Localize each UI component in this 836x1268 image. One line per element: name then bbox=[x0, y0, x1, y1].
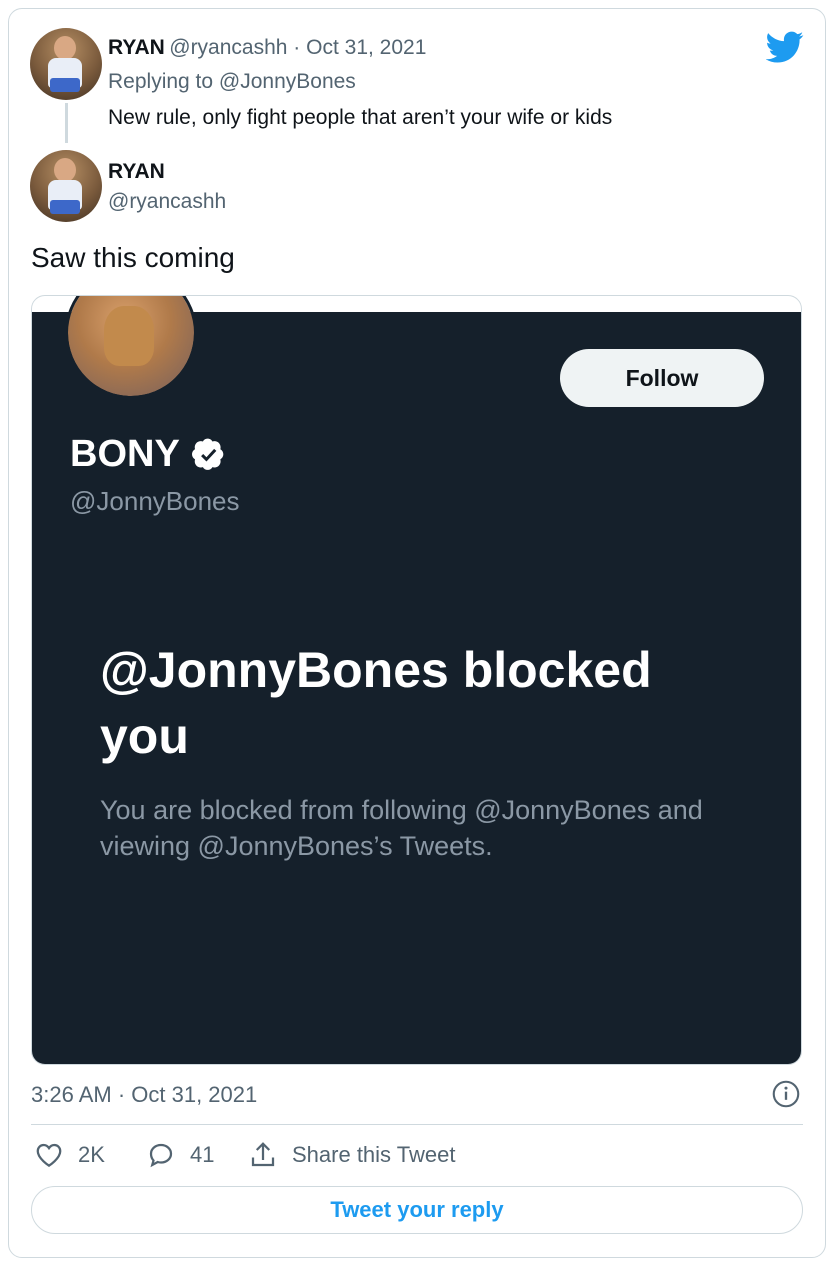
reply-date[interactable]: Oct 31, 2021 bbox=[306, 36, 426, 59]
main-tweet-text: Saw this coming bbox=[31, 242, 235, 273]
reply-tweet-header: RYAN @ryancashh · Oct 31, 2021 bbox=[108, 36, 426, 60]
main-author-handle[interactable]: @ryancashh bbox=[108, 190, 226, 214]
twitter-bird-icon[interactable] bbox=[766, 28, 804, 66]
separator: · bbox=[287, 36, 307, 59]
info-icon[interactable] bbox=[772, 1080, 800, 1108]
reply-tweet-text: New rule, only fight people that aren’t … bbox=[108, 106, 613, 129]
replying-to[interactable]: Replying to @JonnyBones bbox=[108, 70, 356, 94]
reply-action[interactable]: 41 bbox=[146, 1140, 214, 1170]
bony-display-name: BONY bbox=[70, 433, 226, 476]
reply-author-name[interactable]: RYAN bbox=[108, 36, 165, 59]
tweet-reply-button[interactable]: Tweet your reply bbox=[31, 1186, 803, 1234]
share-action[interactable]: Share this Tweet bbox=[248, 1140, 455, 1170]
embedded-image[interactable]: Follow BONY @JonnyBones @JonnyBones bloc… bbox=[31, 295, 802, 1065]
tweet-timestamp[interactable]: 3:26 AM · Oct 31, 2021 bbox=[31, 1082, 257, 1108]
verified-badge-icon bbox=[191, 438, 224, 470]
like-action[interactable]: 2K bbox=[34, 1140, 105, 1170]
reply-count: 41 bbox=[190, 1142, 215, 1167]
footer-divider bbox=[31, 1124, 803, 1125]
main-author-name[interactable]: RYAN bbox=[108, 160, 165, 184]
thread-connector bbox=[65, 103, 68, 143]
blocked-profile-panel: Follow BONY @JonnyBones @JonnyBones bloc… bbox=[32, 312, 801, 1064]
heart-icon bbox=[36, 1143, 62, 1167]
reply-bubble-icon bbox=[149, 1143, 173, 1168]
bony-handle: @JonnyBones bbox=[70, 486, 240, 516]
blocked-title: @JonnyBones blocked you bbox=[100, 642, 652, 764]
follow-button[interactable]: Follow bbox=[560, 349, 764, 407]
like-count: 2K bbox=[78, 1142, 105, 1167]
ryan-avatar-main[interactable] bbox=[30, 150, 102, 222]
share-label: Share this Tweet bbox=[292, 1142, 456, 1167]
bony-name-text: BONY bbox=[70, 433, 180, 475]
blocked-description: You are blocked from following @JonnyBon… bbox=[100, 795, 703, 861]
ryan-avatar[interactable] bbox=[30, 28, 102, 100]
share-icon bbox=[251, 1142, 275, 1167]
reply-author-handle[interactable]: @ryancashh bbox=[169, 36, 287, 59]
